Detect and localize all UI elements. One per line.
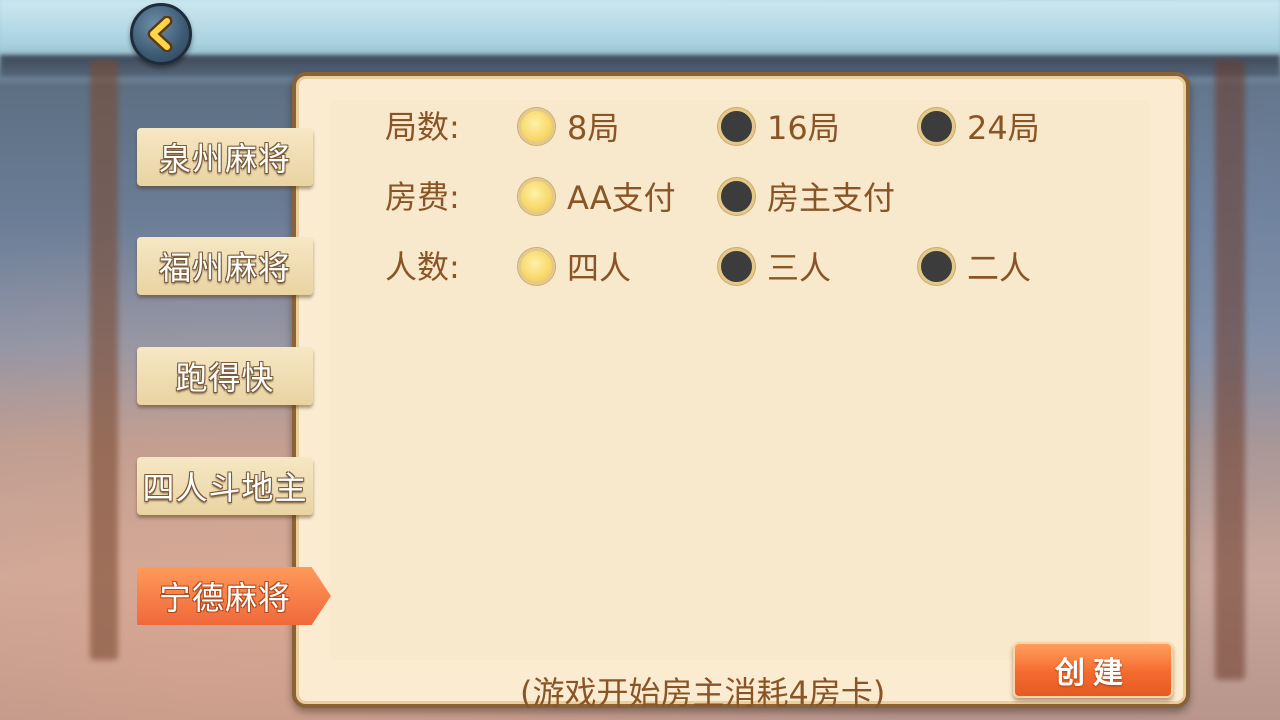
background-sky <box>0 0 1280 62</box>
option-label: 二人 <box>967 249 1032 287</box>
rounds-label: 局数: <box>385 108 460 146</box>
radio-unselected-icon <box>918 247 955 285</box>
radio-selected-icon <box>518 177 555 215</box>
room-card-cost-note: (游戏开始房主消耗4房卡) <box>520 674 886 712</box>
tab-fuzhou-mahjong[interactable]: 福州麻将 <box>137 237 313 295</box>
tab-ningde-mahjong[interactable]: 宁德麻将 <box>137 567 331 625</box>
players-option-three[interactable]: 三人 <box>718 243 831 289</box>
option-label: 四人 <box>567 249 632 287</box>
rounds-option-16[interactable]: 16局 <box>718 103 840 149</box>
radio-unselected-icon <box>718 177 755 215</box>
background-pillar <box>1215 60 1245 680</box>
radio-selected-icon <box>518 107 555 145</box>
option-label: 三人 <box>767 249 832 287</box>
radio-unselected-icon <box>918 107 955 145</box>
rounds-option-24[interactable]: 24局 <box>918 103 1040 149</box>
tab-paodekuai[interactable]: 跑得快 <box>137 347 313 405</box>
back-button[interactable] <box>130 3 192 65</box>
players-label: 人数: <box>385 248 460 286</box>
radio-unselected-icon <box>718 247 755 285</box>
option-label: 24局 <box>967 109 1040 147</box>
fee-option-host[interactable]: 房主支付 <box>718 173 895 219</box>
fee-option-aa[interactable]: AA支付 <box>518 173 676 219</box>
tab-quanzhou-mahjong[interactable]: 泉州麻将 <box>137 128 313 186</box>
tab-four-player-doudizhu[interactable]: 四人斗地主 <box>137 457 313 515</box>
rounds-option-8[interactable]: 8局 <box>518 103 619 149</box>
room-fee-label: 房费: <box>385 178 460 216</box>
background-pillar <box>90 60 118 660</box>
players-option-four[interactable]: 四人 <box>518 243 631 289</box>
option-label: 8局 <box>567 109 620 147</box>
players-option-two[interactable]: 二人 <box>918 243 1031 289</box>
option-label: 房主支付 <box>767 179 896 217</box>
chevron-left-icon <box>147 16 173 52</box>
radio-unselected-icon <box>718 107 755 145</box>
option-label: AA支付 <box>567 179 676 217</box>
option-label: 16局 <box>767 109 840 147</box>
radio-selected-icon <box>518 247 555 285</box>
create-room-button[interactable]: 创建 <box>1013 642 1173 698</box>
